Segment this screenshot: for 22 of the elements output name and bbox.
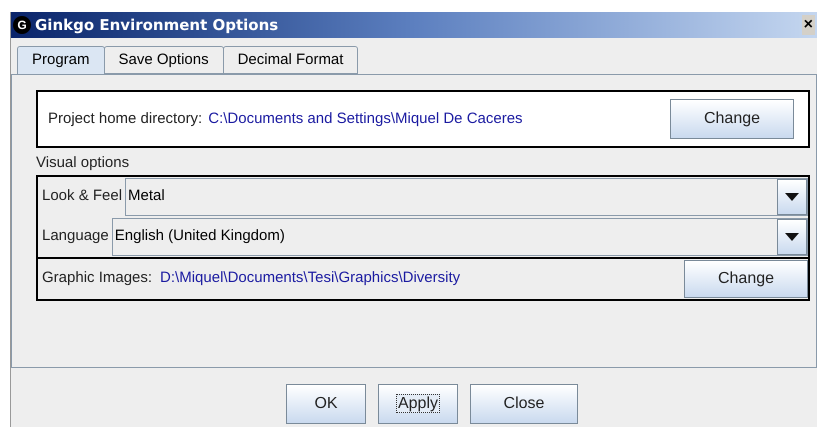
section-title: Visual options (36, 153, 130, 173)
tab[interactable]: Decimal Format (222, 46, 358, 74)
directory-path: D:\Miquel\Documents\Tesi\Graphics\Diversity (160, 268, 460, 288)
app-logo: G (13, 16, 31, 34)
caret-icon (785, 192, 799, 200)
change-button[interactable]: Change (670, 99, 794, 139)
dropdown[interactable]: English (United Kingdom) (112, 218, 808, 256)
window-title: Ginkgo Environment Options (35, 14, 278, 36)
caret-icon (785, 232, 799, 240)
field-label: Project home directory: (48, 108, 202, 129)
combo-label: Look & Feel (42, 186, 124, 206)
close-button[interactable]: × (802, 15, 815, 35)
dropdown[interactable]: Metal (125, 178, 808, 216)
directory-path: C:\Documents and Settings\Miquel De Caceres (208, 108, 523, 129)
tab[interactable]: Program (17, 46, 105, 74)
tab[interactable]: Save Options (104, 46, 224, 74)
field-label: Graphic Images: (42, 268, 152, 288)
combo-label: Language (42, 226, 110, 246)
change-button[interactable]: Change (684, 260, 808, 298)
dialog-button[interactable]: Close (470, 384, 578, 424)
dialog-button[interactable]: OK (286, 384, 366, 424)
dialog-button[interactable]: Apply (378, 384, 458, 424)
